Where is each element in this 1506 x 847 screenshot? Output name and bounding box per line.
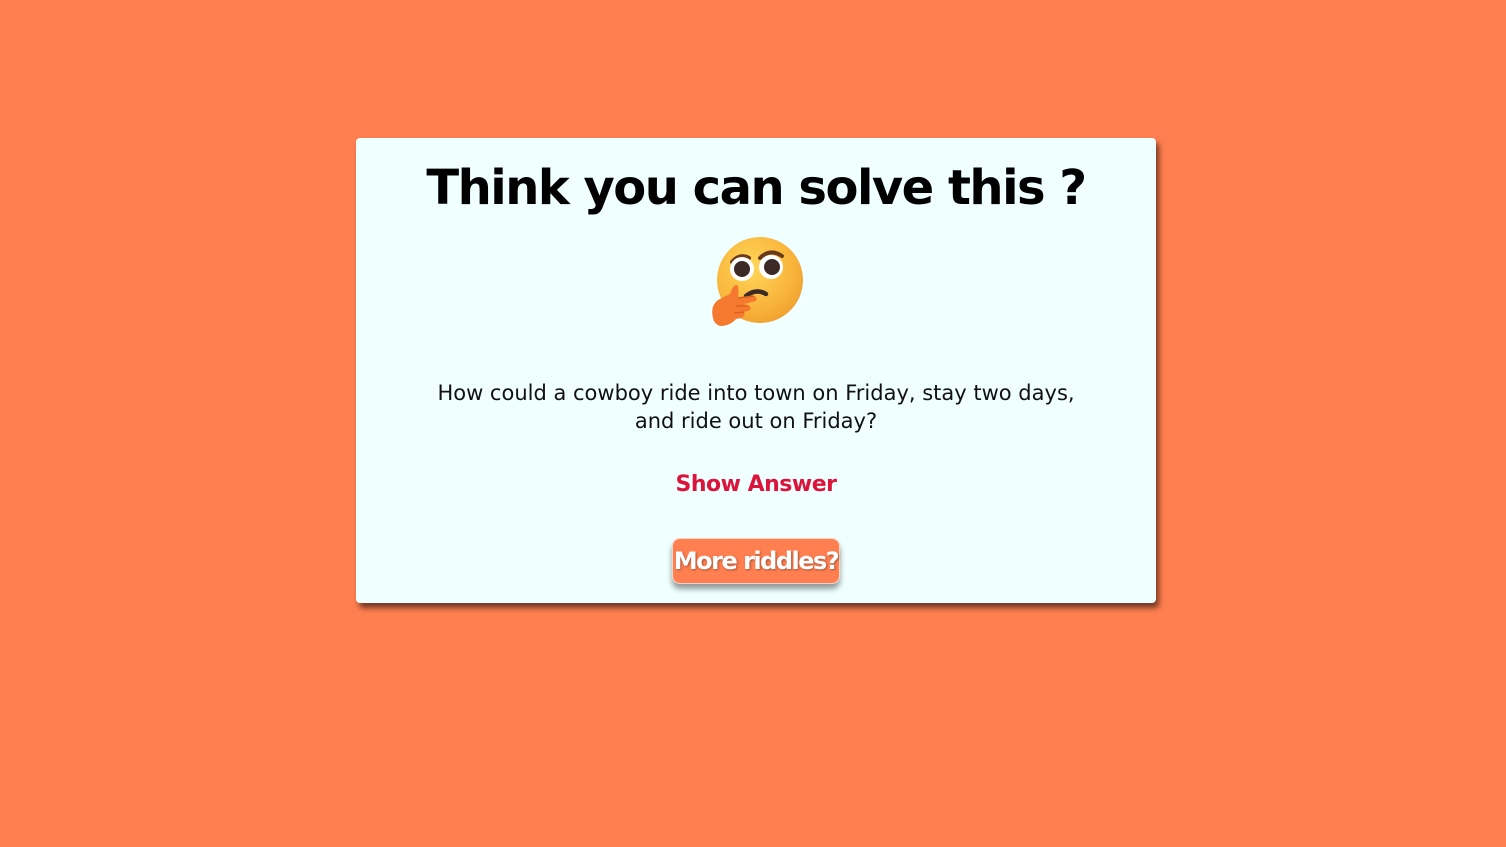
more-riddles-button[interactable]: More riddles?: [672, 538, 840, 584]
thinking-face-icon: [708, 236, 804, 332]
show-answer-label[interactable]: Show Answer: [676, 472, 837, 497]
show-answer-link[interactable]: Show Answer: [356, 470, 1156, 500]
riddle-question: How could a cowboy ride into town on Fri…: [437, 381, 1075, 433]
riddle-card: Think you can solve this ? How could a c…: [356, 138, 1156, 603]
page-title: Think you can solve this ?: [426, 160, 1087, 216]
